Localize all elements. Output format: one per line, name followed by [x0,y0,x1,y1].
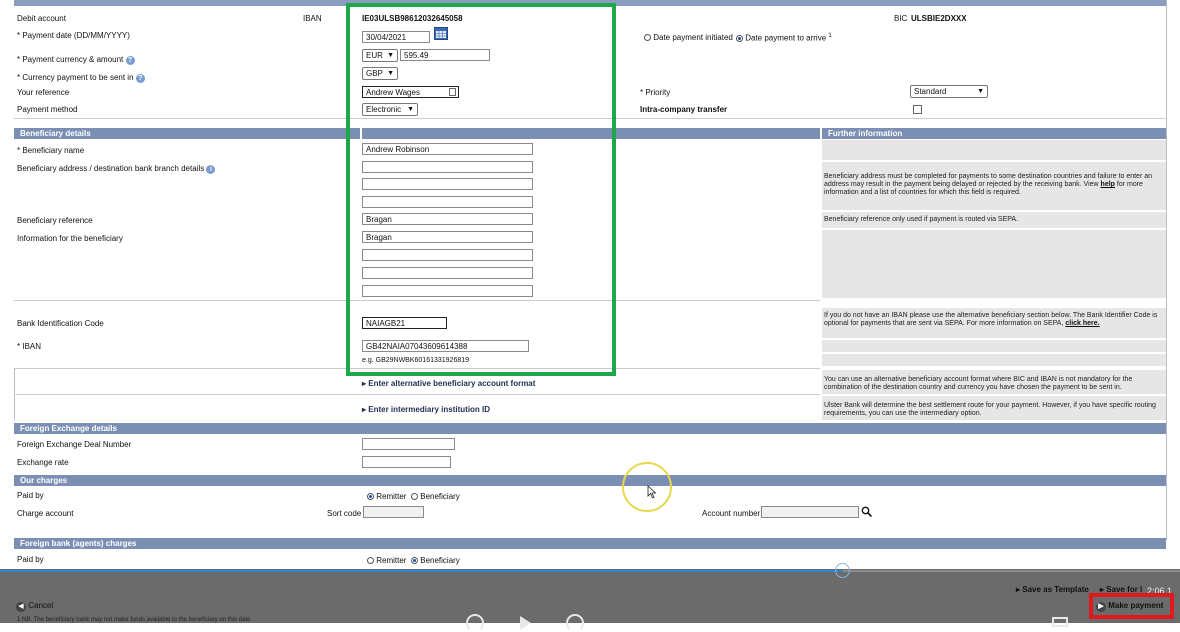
bic-label: BIC [894,14,908,23]
info-panel [822,354,1166,366]
bic-value: ULSBIE2DXXX [911,14,967,23]
charge-account-label: Charge account [17,509,74,518]
search-icon[interactable] [861,506,873,518]
your-reference-label: Your reference [17,88,70,97]
further-information-header: Further information [822,128,1166,139]
sent-in-label: * Currency payment to be sent in ? [17,73,145,83]
fx-deal-number-input[interactable] [362,438,455,450]
date-initiated-option[interactable]: Date payment initiated [644,33,733,42]
reference-info-text: Beneficiary reference only used if payme… [824,216,1019,223]
green-highlight-box [346,3,616,376]
cancel-button[interactable]: ◀ Cancel [16,601,53,612]
payment-date-label: * Payment date (DD/MM/YYYY) [17,31,130,40]
play-icon[interactable] [520,616,531,630]
date-arrive-option[interactable]: Date payment to arrive 1 [736,33,832,43]
beneficiary-name-label: * Beneficiary name [17,146,85,155]
red-highlight-box [1089,593,1174,619]
help-icon[interactable]: ? [135,74,145,83]
sepa-click-here-link[interactable]: click here. [1065,320,1099,327]
beneficiary-reference-label: Beneficiary reference [17,216,93,225]
beneficiary-details-header: Beneficiary details [14,128,360,139]
date-initiated-radio[interactable] [644,34,651,41]
alt-format-info-text: You can use an alternative beneficiary a… [824,376,1133,391]
caret-right-icon: ▸ [362,405,367,414]
exchange-rate-label: Exchange rate [17,458,69,467]
information-beneficiary-label: Information for the beneficiary [17,234,123,243]
intra-company-label: Intra-company transfer [640,105,728,114]
forward-icon[interactable] [566,614,584,632]
paid-by-remitter-option[interactable]: Remitter [367,492,406,501]
info-panel [822,140,1166,160]
sort-code-input[interactable] [363,506,424,518]
debit-account-label: Debit account [17,14,66,23]
intermediary-info-text: Ulster Bank will determine the best sett… [824,402,1156,417]
back-arrow-icon: ◀ [16,602,26,612]
paid-by-beneficiary-option[interactable]: Beneficiary [411,492,460,501]
remitter-radio[interactable] [367,557,374,564]
priority-label: * Priority [640,88,671,97]
chevron-down-icon: ▼ [977,88,984,95]
priority-select[interactable]: Standard ▼ [910,85,988,98]
paid-by-label: Paid by [17,491,44,500]
beneficiary-address-label: Beneficiary address / destination bank b… [17,164,216,174]
divider [14,394,820,395]
video-progress-fill [0,570,843,572]
our-charges-header: Our charges [14,475,1166,486]
info-icon[interactable]: i [206,165,216,174]
account-number-label: Account number [702,509,761,518]
video-overlay-bar [0,569,1180,623]
caret-right-icon: ▸ [1016,585,1021,594]
save-as-template-link[interactable]: ▸ Save as Template [1016,585,1089,594]
video-scrubber-handle[interactable] [835,563,850,578]
currency-amount-label: * Payment currency & amount ? [17,55,135,65]
remitter-radio[interactable] [367,493,374,500]
footnote: 1 NB. The beneficiary bank may not make … [17,617,251,623]
date-arrive-radio[interactable] [736,34,743,42]
intermediary-institution-link[interactable]: ▸ Enter intermediary institution ID [362,405,490,414]
alt-beneficiary-format-link[interactable]: ▸ Enter alternative beneficiary account … [362,379,535,388]
help-link[interactable]: help [1101,181,1115,188]
beneficiary-iban-label: * IBAN [17,342,42,351]
divider [1166,0,1167,540]
account-number-input[interactable] [761,506,859,518]
iban-label: IBAN [303,14,322,23]
sort-code-label: Sort code [327,509,362,518]
agent-paid-by-label: Paid by [17,555,44,564]
beneficiary-radio[interactable] [411,557,418,564]
caret-right-icon: ▸ [362,379,367,388]
beneficiary-radio[interactable] [411,493,418,500]
bic-info-text: If you do not have an IBAN please use th… [824,312,1158,327]
info-panel [822,230,1166,298]
rewind-icon[interactable] [466,614,484,632]
address-info-text: Beneficiary address must be completed fo… [824,173,1153,196]
exchange-rate-input[interactable] [362,456,451,468]
payment-method-label: Payment method [17,105,78,114]
agent-remitter-option[interactable]: Remitter [367,556,406,565]
foreign-exchange-header: Foreign Exchange details [14,423,1166,434]
agent-beneficiary-option[interactable]: Beneficiary [411,556,460,565]
mouse-cursor-icon [647,485,657,501]
info-panel [822,340,1166,352]
agent-charges-header: Foreign bank (agents) charges [14,538,1166,549]
bank-identification-code-label: Bank Identification Code [17,319,104,328]
fullscreen-icon[interactable] [1052,617,1068,627]
help-icon[interactable]: ? [125,56,135,65]
fx-deal-number-label: Foreign Exchange Deal Number [17,440,132,449]
intra-company-checkbox[interactable] [913,105,922,114]
